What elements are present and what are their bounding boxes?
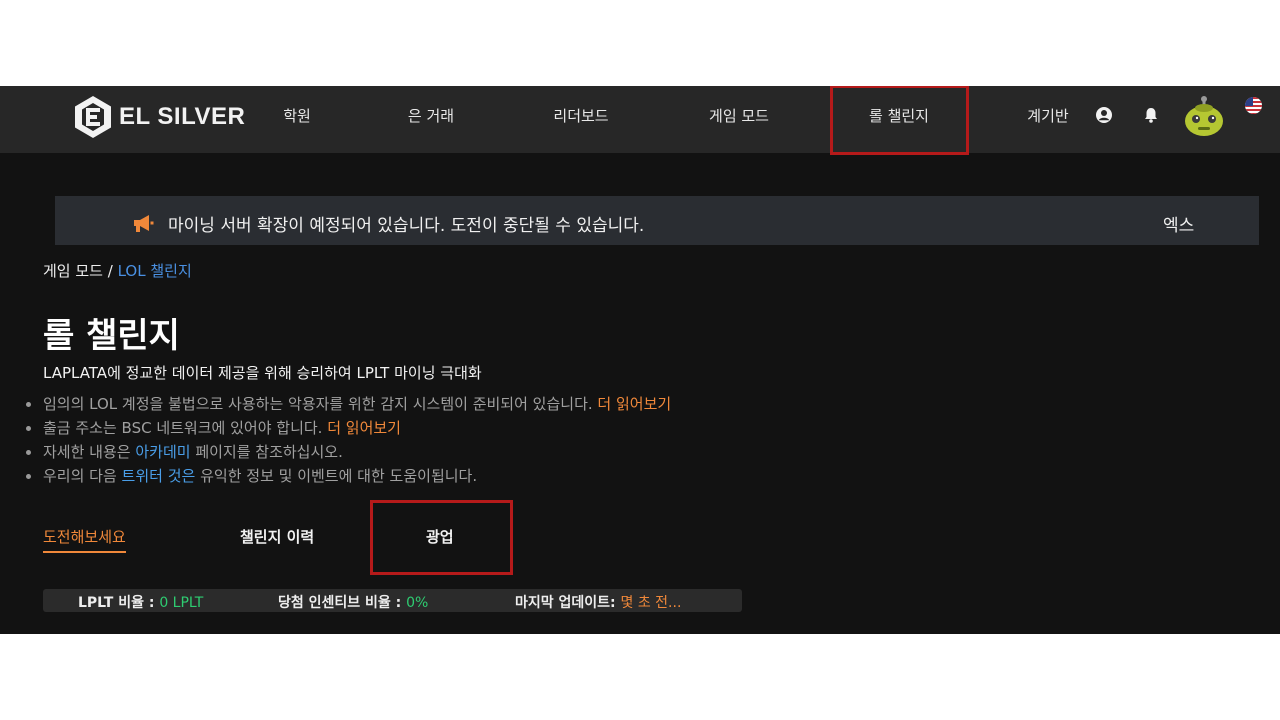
incentive-rate-stat: 당첨 인센티브 비율 : 0%	[278, 592, 428, 612]
academy-link[interactable]: 아카데미	[135, 443, 190, 461]
tab-challenge[interactable]: 도전해보세요	[43, 526, 126, 553]
breadcrumb-current: LOL 챌린지	[117, 262, 192, 280]
brand-logo[interactable]: EL SILVER	[73, 95, 245, 139]
last-update-label: 마지막 업데이트:	[515, 595, 616, 611]
list-item: 자세한 내용은 아카데미 페이지를 참조하십시오.	[26, 440, 671, 464]
incentive-rate-label: 당첨 인센티브 비율 :	[278, 595, 402, 611]
announcement-text: 마이닝 서버 확장이 예정되어 있습니다. 도전이 중단될 수 있습니다.	[168, 216, 645, 236]
note-text: 출금 주소는 BSC 네트워크에 있어야 합니다.	[43, 419, 328, 437]
lplt-rate-label: LPLT 비율 :	[78, 595, 155, 611]
note-text: 유익한 정보 및 이벤트에 대한 도움이됩니다.	[195, 467, 478, 485]
breadcrumb-separator: /	[107, 262, 113, 280]
tab-challenge-history[interactable]: 챌린지 이력	[240, 526, 314, 547]
info-list: 임의의 LOL 계정을 불법으로 사용하는 악용자를 위한 감지 시스템이 준비…	[26, 392, 671, 488]
active-nav-highlight	[830, 86, 969, 155]
nav-item-academy[interactable]: 학원	[283, 105, 311, 126]
us-flag-icon[interactable]	[1245, 97, 1262, 114]
announcement-banner: 마이닝 서버 확장이 예정되어 있습니다. 도전이 중단될 수 있습니다. 엑스	[55, 196, 1259, 245]
announcement-close-button[interactable]: 엑스	[1163, 211, 1194, 236]
page-subtitle: LAPLATA에 정교한 데이터 제공을 위해 승리하여 LPLT 마이닝 극대…	[43, 364, 482, 382]
app-frame: EL SILVER 학원 은 거래 리더보드 게임 모드 롤 챌린지 계기반 마…	[0, 86, 1280, 634]
lplt-rate-stat: LPLT 비율 : 0 LPLT	[78, 592, 203, 612]
last-update-stat: 마지막 업데이트: 몇 초 전...	[515, 592, 681, 612]
mining-tab-highlight	[370, 500, 513, 575]
list-item: 출금 주소는 BSC 네트워크에 있어야 합니다. 더 읽어보기	[26, 416, 671, 440]
page-title: 롤 챌린지	[43, 316, 180, 356]
brand-name: EL SILVER	[119, 103, 246, 130]
nav-item-leaderboard[interactable]: 리더보드	[553, 105, 608, 126]
stats-bar: LPLT 비율 : 0 LPLT 당첨 인센티브 비율 : 0% 마지막 업데이…	[43, 589, 742, 612]
note-text: 페이지를 참조하십시오.	[190, 443, 343, 461]
twitter-link[interactable]: 트위터 것은	[122, 467, 196, 485]
avatar[interactable]	[1183, 95, 1225, 137]
list-item: 우리의 다음 트위터 것은 유익한 정보 및 이벤트에 대한 도움이됩니다.	[26, 464, 671, 488]
top-navbar: EL SILVER 학원 은 거래 리더보드 게임 모드 롤 챌린지 계기반	[0, 86, 1280, 155]
incentive-rate-value: 0%	[406, 595, 429, 611]
list-item: 임의의 LOL 계정을 불법으로 사용하는 악용자를 위한 감지 시스템이 준비…	[26, 392, 671, 416]
el-silver-logo-icon	[75, 96, 111, 138]
note-text: 자세한 내용은	[43, 443, 136, 461]
breadcrumb-parent[interactable]: 게임 모드	[43, 262, 103, 280]
account-circle-icon[interactable]	[1095, 106, 1113, 124]
nav-item-silver-trade[interactable]: 은 거래	[408, 105, 454, 126]
nav-item-dashboard[interactable]: 계기반	[1027, 105, 1068, 126]
breadcrumb: 게임 모드 / LOL 챌린지	[43, 260, 192, 281]
megaphone-icon	[134, 215, 154, 232]
note-text: 우리의 다음	[43, 467, 122, 485]
last-update-value: 몇 초 전...	[620, 595, 682, 611]
nav-item-game-mode[interactable]: 게임 모드	[709, 105, 769, 126]
note-text: 임의의 LOL 계정을 불법으로 사용하는 악용자를 위한 감지 시스템이 준비…	[43, 395, 598, 413]
bell-icon[interactable]	[1142, 106, 1160, 124]
lplt-rate-value: 0 LPLT	[159, 595, 204, 611]
read-more-link[interactable]: 더 읽어보기	[597, 395, 671, 413]
read-more-link[interactable]: 더 읽어보기	[327, 419, 401, 437]
